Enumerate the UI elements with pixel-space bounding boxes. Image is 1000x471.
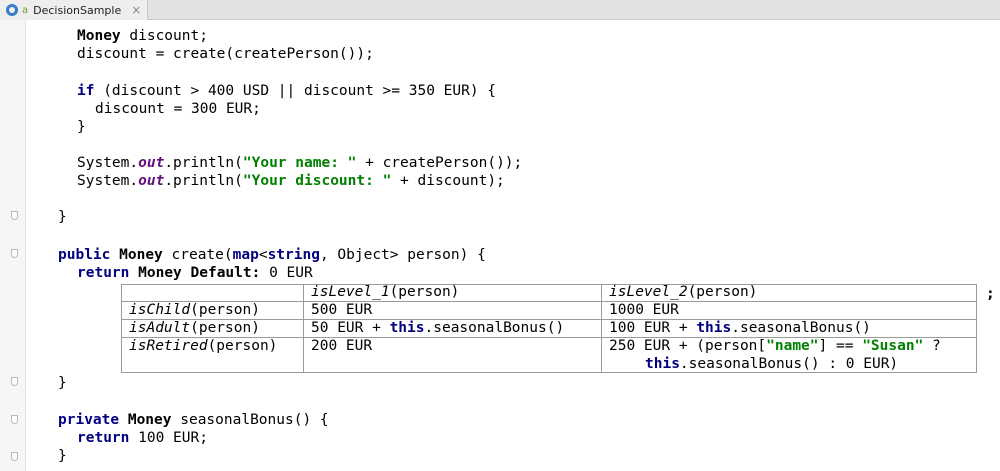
code-line: } [58,375,67,391]
fold-marker-icon[interactable] [11,377,18,386]
close-icon[interactable]: × [131,3,141,17]
code-line: Money discount; [77,28,208,44]
table-divider [303,285,304,372]
column-header-level-2: isLevel_2(person) [609,284,758,300]
code-line: } [58,448,67,464]
code-line: public Money create(map<string, Object> … [58,247,486,263]
fold-marker-icon[interactable] [11,211,18,220]
editor-tab-bar: a DecisionSample × [0,0,1000,20]
code-line: discount = create(createPerson()); [77,46,374,62]
class-file-icon [6,4,18,16]
file-type-glyph: a [22,4,29,16]
table-cell: 1000 EUR [609,302,679,318]
table-cell: 100 EUR + this.seasonalBonus() [609,320,871,336]
table-divider [601,285,602,372]
table-cell: 250 EUR + (person["name"] == "Susan" ? [609,338,941,354]
table-cell: 50 EUR + this.seasonalBonus() [311,320,565,336]
table-cell: 200 EUR [311,338,373,354]
fold-marker-icon[interactable] [11,415,18,424]
code-line: } [77,119,86,135]
decision-table[interactable]: isLevel_1(person) isLevel_2(person) isCh… [121,284,977,373]
code-semicolon: ; [986,286,995,302]
tab-label: DecisionSample [33,3,122,17]
code-line: } [58,209,67,225]
code-line: System.out.println("Your discount: " + d… [77,173,505,189]
code-line: discount = 300 EUR; [95,101,261,117]
code-line: if (discount > 400 USD || discount >= 35… [77,83,497,99]
table-cell: 500 EUR [311,302,373,318]
code-line: return 100 EUR; [77,430,208,446]
row-condition-adult: isAdult(person) [129,320,260,336]
tab-decision-sample[interactable]: a DecisionSample × [0,0,148,20]
code-line: System.out.println("Your name: " + creat… [77,155,523,171]
row-condition-child: isChild(person) [129,302,260,318]
column-header-level-1: isLevel_1(person) [311,284,460,300]
editor-gutter [0,20,26,471]
code-line: private Money seasonalBonus() { [58,412,329,428]
fold-marker-icon[interactable] [11,452,18,461]
table-cell-continuation: this.seasonalBonus() : 0 EUR) [645,356,899,372]
row-condition-retired: isRetired(person) [129,338,278,354]
fold-marker-icon[interactable] [11,249,18,258]
code-line: return Money Default: 0 EUR [77,265,313,281]
